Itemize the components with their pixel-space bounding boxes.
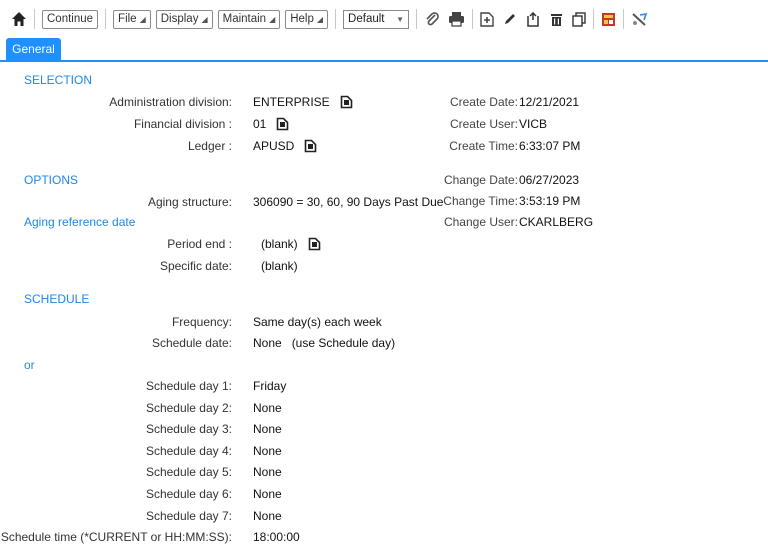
toolbar-separator	[472, 9, 474, 29]
file-menu-button[interactable]: File ◢	[113, 9, 151, 29]
copy-record-icon[interactable]	[526, 8, 541, 30]
schedule-day-3-label: Schedule day 3:	[145, 422, 232, 436]
or-label: or	[24, 358, 35, 372]
change-user-label: Change User:	[443, 215, 518, 229]
report-icon[interactable]	[601, 8, 616, 30]
admin-division-text: ENTERPRISE	[253, 95, 330, 109]
schedule-day-4-label: Schedule day 4:	[145, 444, 232, 458]
chevron-down-icon: ◢	[201, 14, 208, 24]
create-user-label: Create User:	[449, 117, 518, 131]
add-icon[interactable]	[480, 8, 494, 30]
chevron-down-icon: ◢	[139, 14, 146, 24]
period-end-label: Period end :	[167, 237, 232, 251]
chevron-down-icon: ◢	[269, 14, 276, 24]
lookup-icon[interactable]	[276, 117, 289, 131]
create-user-value: VICB	[519, 117, 548, 131]
duplicate-icon[interactable]	[572, 8, 586, 30]
toolbar: Continue File ◢ Display ◢ Maintain ◢ Help ◢ …	[0, 0, 768, 38]
aging-structure-value: 306090 = 30, 60, 90 Days Past Due	[253, 195, 444, 209]
toolbar-separator	[416, 9, 418, 29]
change-date-value: 06/27/2023	[519, 173, 580, 187]
print-icon[interactable]	[448, 8, 465, 30]
schedule-day-6-label: Schedule day 6:	[145, 487, 232, 501]
period-end-value: (blank)	[261, 237, 321, 251]
toolbar-separator	[623, 9, 625, 29]
chevron-down-icon: ◢	[316, 14, 324, 24]
view-select[interactable]: Default ▼	[343, 9, 410, 29]
toolbar-separator	[335, 9, 337, 29]
maintain-menu-button[interactable]: Maintain ◢	[217, 9, 281, 29]
schedule-day-1-value: Friday	[253, 379, 287, 393]
toolbar-separator	[34, 9, 35, 29]
schedule-day-5-value: None	[253, 465, 282, 479]
schedule-date-label: Schedule date:	[151, 336, 232, 350]
display-menu-button[interactable]: Display ◢	[155, 9, 213, 29]
schedule-day-7-value: None	[253, 509, 282, 523]
change-user-value: CKARLBERG	[519, 215, 594, 229]
lookup-icon[interactable]	[308, 237, 321, 251]
toolbar-separator	[105, 9, 107, 29]
schedule-day-6-value: None	[253, 487, 282, 501]
tab-general[interactable]: General	[6, 38, 61, 60]
specific-date-label: Specific date:	[159, 259, 232, 273]
change-date-label: Change Date:	[443, 173, 518, 187]
help-menu-button[interactable]: Help ◢	[285, 9, 329, 29]
frequency-label: Frequency:	[171, 315, 232, 329]
delete-icon[interactable]	[550, 8, 563, 30]
aging-structure-label: Aging structure:	[147, 195, 232, 209]
schedule-day-7-label: Schedule day 7:	[145, 509, 232, 523]
frequency-value: Same day(s) each week	[253, 315, 382, 329]
aging-reference-heading: Aging reference date	[24, 215, 136, 229]
maintain-menu-label: Maintain	[222, 12, 267, 25]
schedule-time-value: 18:00:00	[253, 530, 300, 544]
schedule-time-label: Schedule time (*CURRENT or HH:MM:SS):	[0, 530, 232, 544]
ledger-value: APUSD	[253, 139, 317, 153]
financial-division-label: Financial division :	[133, 117, 232, 131]
schedule-day-2-value: None	[253, 401, 282, 415]
section-heading-schedule: SCHEDULE	[24, 292, 90, 306]
admin-division-value: ENTERPRISE	[253, 95, 353, 109]
lookup-icon[interactable]	[304, 139, 317, 153]
edit-icon[interactable]	[503, 8, 517, 30]
create-date-label: Create Date:	[449, 95, 518, 109]
period-end-text: (blank)	[261, 237, 298, 251]
change-time-label: Change Time:	[443, 194, 518, 208]
create-time-value: 6:33:07 PM	[519, 139, 581, 153]
lookup-icon[interactable]	[340, 95, 353, 109]
toolbar-separator	[593, 9, 595, 29]
schedule-day-5-label: Schedule day 5:	[145, 465, 232, 479]
continue-button[interactable]: Continue	[42, 9, 99, 29]
schedule-day-1-label: Schedule day 1:	[145, 379, 232, 393]
help-menu-label: Help	[290, 12, 314, 25]
paperclip-icon[interactable]	[424, 8, 440, 30]
schedule-day-2-label: Schedule day 2:	[145, 401, 232, 415]
tools-icon[interactable]	[631, 8, 648, 30]
ledger-label: Ledger :	[187, 139, 232, 153]
schedule-day-4-value: None	[253, 444, 282, 458]
ledger-text: APUSD	[253, 139, 295, 153]
admin-division-label: Administration division:	[109, 95, 232, 109]
section-heading-selection: SELECTION	[24, 73, 93, 87]
change-time-value: 3:53:19 PM	[519, 194, 581, 208]
specific-date-value: (blank)	[261, 259, 298, 273]
home-icon[interactable]	[11, 8, 27, 30]
schedule-date-value: None (use Schedule day)	[253, 336, 396, 350]
section-heading-options: OPTIONS	[24, 173, 79, 187]
schedule-day-3-value: None	[253, 422, 282, 436]
create-time-label: Create Time:	[449, 139, 518, 153]
financial-division-text: 01	[253, 117, 267, 131]
tab-strip: General	[0, 38, 768, 62]
financial-division-value: 01	[253, 117, 289, 131]
create-date-value: 12/21/2021	[519, 95, 580, 109]
dropdown-arrow-icon: ▼	[396, 14, 405, 24]
file-menu-label: File	[118, 12, 137, 25]
view-select-value: Default	[348, 12, 385, 25]
display-menu-label: Display	[160, 12, 199, 25]
